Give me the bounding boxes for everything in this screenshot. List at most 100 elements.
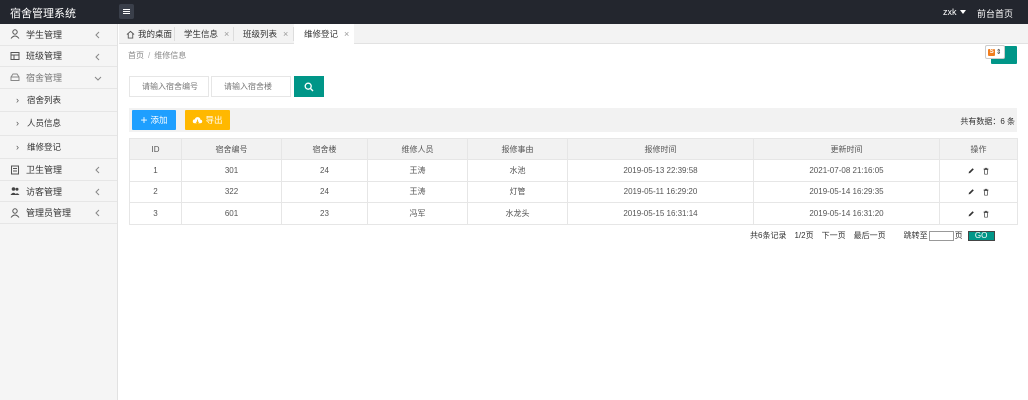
table-cell: 水池 xyxy=(467,159,568,182)
table-cell: 2 xyxy=(129,180,182,203)
sidebar-item-student[interactable]: 学生管理 xyxy=(0,24,117,46)
sidebar-item-admin[interactable]: 管理员管理 xyxy=(0,202,117,224)
edit-icon[interactable] xyxy=(967,188,975,196)
tab-student-info[interactable]: 学生信息 × xyxy=(184,24,229,44)
caret-down-icon xyxy=(959,10,966,14)
table-cell: 2019-05-14 16:31:20 xyxy=(753,202,940,225)
table-cell: 24 xyxy=(281,159,368,182)
dorm-number-input[interactable] xyxy=(129,76,209,97)
sidebar-item-label: 访客管理 xyxy=(26,186,63,197)
tab-label: 班级列表 xyxy=(243,29,278,39)
table-cell-actions xyxy=(939,159,1018,182)
column-header: ID xyxy=(129,138,182,160)
front-page-link[interactable]: 前台首页 xyxy=(977,7,1013,20)
visitor-icon xyxy=(10,186,20,196)
sidebar-item-label: 卫生管理 xyxy=(26,165,63,176)
delete-icon[interactable] xyxy=(982,167,990,175)
delete-icon[interactable] xyxy=(982,188,990,196)
sidebar-subitem-label: 宿舍列表 xyxy=(27,94,62,105)
input-method-badge: S ⇕ xyxy=(985,45,1005,59)
search-button[interactable] xyxy=(294,76,324,97)
chevron-right-icon: › xyxy=(16,94,19,105)
pager-page-unit: 页 xyxy=(954,231,963,240)
chevron-left-icon xyxy=(95,53,100,60)
chevron-down-icon xyxy=(94,76,102,81)
table-cell: 1 xyxy=(129,159,182,182)
column-header: 操作 xyxy=(939,138,1018,160)
table-cell: 2019-05-13 22:39:58 xyxy=(567,159,754,182)
table-cell: 2019-05-11 16:29:20 xyxy=(567,180,754,203)
close-icon[interactable]: × xyxy=(344,29,349,39)
tab-label: 我的桌面 xyxy=(138,29,173,39)
table-cell: 2021-07-08 21:16:05 xyxy=(753,159,940,182)
table-row: 1 301 24 王涛 水池 2019-05-13 22:39:58 2021-… xyxy=(129,159,1018,182)
pager-page-input[interactable] xyxy=(928,230,954,241)
sidebar-subitem-personnel[interactable]: › 人员信息 xyxy=(0,112,117,136)
close-icon[interactable]: × xyxy=(224,29,229,39)
chevron-left-icon xyxy=(95,188,100,196)
sidebar-subitem-dorm-list[interactable]: › 宿舍列表 xyxy=(0,89,117,113)
edit-icon[interactable] xyxy=(967,210,975,218)
cloud-download-icon xyxy=(193,116,203,124)
pagination: 共6条记录 1/2页 下一页 最后一页 跳转至 页 GO xyxy=(750,230,995,241)
pager-next-link[interactable]: 下一页 xyxy=(822,230,846,241)
chevron-right-icon: › xyxy=(16,118,19,129)
sidebar-item-visitor[interactable]: 访客管理 xyxy=(0,181,117,203)
column-header: 报修时间 xyxy=(567,138,754,160)
dorm-icon xyxy=(10,72,20,82)
tab-divider xyxy=(174,27,175,41)
column-header: 维修人员 xyxy=(367,138,468,160)
building-input[interactable] xyxy=(211,76,291,97)
column-header: 报修事由 xyxy=(467,138,568,160)
total-count: 共有数据：6 条 xyxy=(960,117,1015,126)
go-button[interactable]: GO xyxy=(967,230,995,241)
sidebar-item-hygiene[interactable]: 卫生管理 xyxy=(0,159,117,181)
tab-class-list[interactable]: 班级列表 × xyxy=(243,24,288,44)
pager-jump-label: 跳转至 xyxy=(903,231,928,240)
tab-label: 学生信息 xyxy=(184,29,219,39)
sidebar-item-dorm[interactable]: 宿舍管理 xyxy=(0,67,117,89)
table-cell: 水龙头 xyxy=(467,202,568,225)
table-cell: 3 xyxy=(129,202,182,225)
user-name: zxk xyxy=(943,7,957,17)
sidebar-subitem-label: 人员信息 xyxy=(27,118,62,129)
delete-icon[interactable] xyxy=(982,210,990,218)
edit-icon[interactable] xyxy=(967,167,975,175)
tab-desktop[interactable]: 我的桌面 xyxy=(126,24,172,44)
sidebar-item-class[interactable]: 班级管理 xyxy=(0,46,117,67)
close-icon[interactable]: × xyxy=(283,29,288,39)
user-icon xyxy=(10,29,20,40)
table-header-row: ID 宿舍编号 宿舍楼 维修人员 报修事由 报修时间 更新时间 操作 xyxy=(129,138,1018,160)
table-cell: 王涛 xyxy=(367,180,468,203)
sidebar-subitem-repair[interactable]: › 维修登记 xyxy=(0,136,117,160)
admin-icon xyxy=(10,207,20,218)
hamburger-icon xyxy=(123,11,130,12)
breadcrumb-home[interactable]: 首页 xyxy=(128,51,144,60)
add-button[interactable]: + 添加 xyxy=(132,110,176,130)
table-cell: 24 xyxy=(281,180,368,203)
sidebar: 学生管理 班级管理 宿舍管理 › 宿舍列表 › 人员信息 › 维修登记 卫生管理… xyxy=(0,24,118,400)
export-button-label: 导出 xyxy=(205,115,223,125)
pager-page: 1/2页 xyxy=(794,231,814,240)
chevron-left-icon xyxy=(95,166,100,174)
user-menu[interactable]: zxk xyxy=(943,7,966,17)
column-header: 宿舍楼 xyxy=(281,138,368,160)
table-cell: 301 xyxy=(181,159,282,182)
toolbar: + 添加 导出 共有数据：6 条 xyxy=(129,108,1017,132)
chevron-left-icon xyxy=(95,31,100,39)
menu-toggle-button[interactable] xyxy=(119,4,134,19)
tab-bar: 我的桌面 学生信息 × 班级列表 × 维修登记 × xyxy=(119,24,1028,44)
repair-table: ID 宿舍编号 宿舍楼 维修人员 报修事由 报修时间 更新时间 操作 1 301… xyxy=(129,138,1018,225)
breadcrumb: 首页 / 维修信息 xyxy=(128,50,186,61)
tab-label: 维修登记 xyxy=(304,29,339,39)
table-cell: 23 xyxy=(281,202,368,225)
table-cell: 灯管 xyxy=(467,180,568,203)
tab-repair-register[interactable]: 维修登记 × xyxy=(294,24,354,44)
sidebar-item-label: 管理员管理 xyxy=(26,208,72,219)
export-button[interactable]: 导出 xyxy=(185,110,230,130)
tab-divider xyxy=(233,27,234,41)
column-header: 更新时间 xyxy=(753,138,940,160)
pager-last-link[interactable]: 最后一页 xyxy=(854,230,886,241)
hygiene-icon xyxy=(10,165,20,175)
add-button-label: 添加 xyxy=(150,115,168,125)
